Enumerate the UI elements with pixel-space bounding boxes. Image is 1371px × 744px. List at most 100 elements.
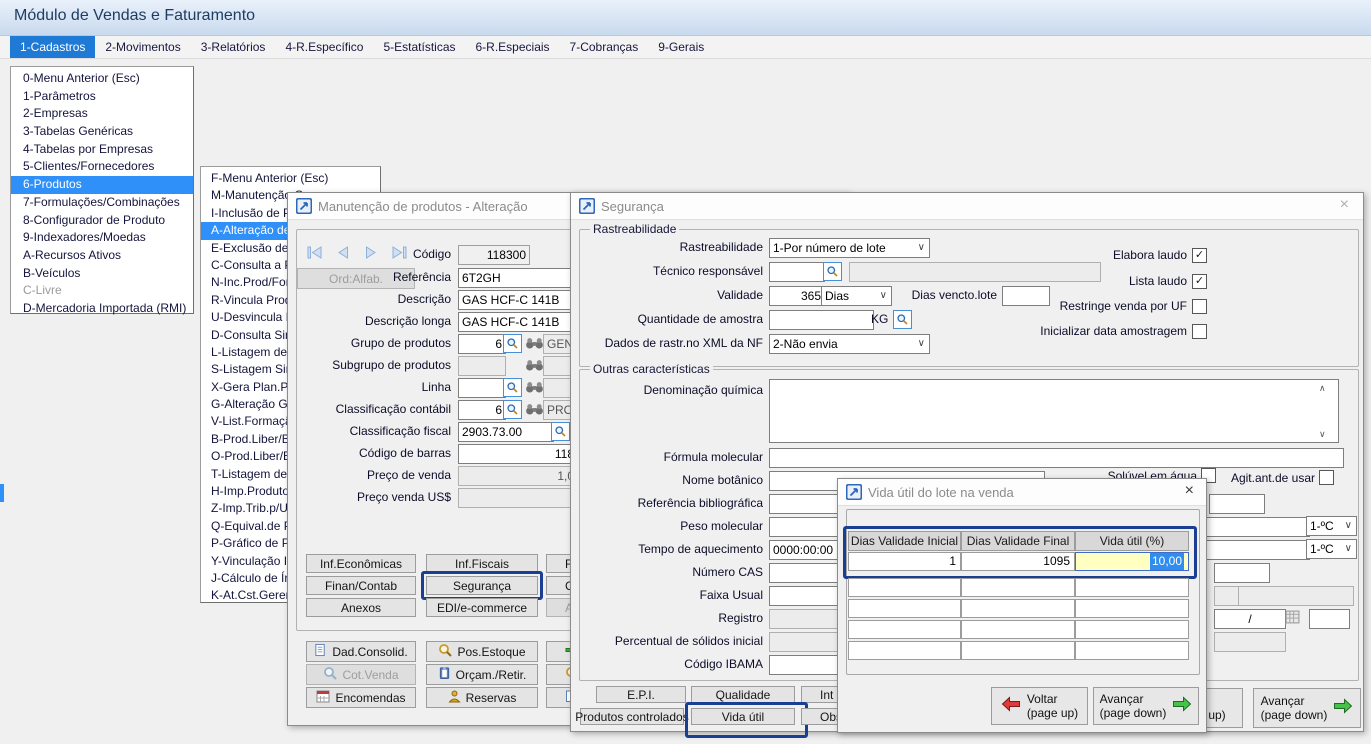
table-empty-cell[interactable]	[1075, 578, 1189, 597]
submenu-item-menu-anterior[interactable]: F-Menu Anterior (Esc)	[201, 170, 380, 187]
menu-item-parametros[interactable]: 1-Parâmetros	[11, 88, 193, 106]
elabora-laudo-checkbox[interactable]: ✓	[1192, 248, 1207, 263]
table-empty-cell[interactable]	[961, 620, 1075, 639]
shelf-voltar-button[interactable]: Voltar(page up)	[991, 687, 1088, 725]
temp-unit-select-2[interactable]: 1-ºC ∨	[1306, 539, 1357, 559]
right-field-1[interactable]	[1209, 494, 1265, 514]
grupo-code-field[interactable]: 6	[458, 334, 506, 354]
denominacao-textarea[interactable]	[769, 379, 1339, 443]
menu-item-tabelas-genericas[interactable]: 3-Tabelas Genéricas	[11, 123, 193, 141]
menu-item-recursos-ativos[interactable]: A-Recursos Ativos	[11, 247, 193, 265]
table-empty-cell[interactable]	[848, 599, 961, 618]
date-field[interactable]: /	[1214, 609, 1286, 629]
cod-barras-field[interactable]: 118	[458, 444, 578, 464]
table-empty-cell[interactable]	[1075, 641, 1189, 660]
class-fiscal-search-icon[interactable]	[551, 422, 570, 441]
col-header-dias-final[interactable]: Dias Validade Final	[961, 531, 1075, 551]
shelf-avancar-button[interactable]: Avançar(page down)	[1093, 687, 1199, 725]
table-empty-cell[interactable]	[1075, 620, 1189, 639]
qtd-amostra-field[interactable]	[769, 310, 874, 330]
orcam-retir-button[interactable]: Orçam./Retir.	[426, 664, 538, 685]
preco-venda-label: Preço de venda	[298, 466, 451, 484]
menu-item-tabelas-empresas[interactable]: 4-Tabelas por Empresas	[11, 141, 193, 159]
dad-consolid-button[interactable]: Dad.Consolid.	[306, 641, 416, 662]
table-empty-cell[interactable]	[961, 641, 1075, 660]
class-contabil-code-field[interactable]: 6	[458, 400, 506, 420]
class-contabil-binoculars-icon[interactable]	[524, 401, 544, 416]
tab-gerais[interactable]: 9-Gerais	[648, 36, 714, 58]
table-empty-cell[interactable]	[961, 599, 1075, 618]
linha-binoculars-icon[interactable]	[524, 379, 544, 394]
validade-field[interactable]: 365	[769, 286, 825, 306]
finan-contab-button[interactable]: Finan/Contab	[306, 576, 416, 595]
document-icon	[314, 643, 327, 660]
menu-item-configurador[interactable]: 8-Configurador de Produto	[11, 212, 193, 230]
class-fiscal-field[interactable]: 2903.73.00	[458, 422, 554, 442]
linha-code-field[interactable]	[458, 378, 506, 398]
calendar-icon	[316, 690, 330, 706]
tab-relatorios[interactable]: 3-Relatórios	[191, 36, 276, 58]
tab-cadastros[interactable]: 1-Cadastros	[10, 36, 95, 58]
inicializar-amostragem-checkbox[interactable]	[1192, 324, 1207, 339]
formula-field[interactable]	[769, 448, 1344, 468]
col-header-vida-util[interactable]: Vida útil (%)	[1075, 531, 1189, 551]
tab-r-especiais[interactable]: 6-R.Especiais	[466, 36, 560, 58]
col-header-dias-inicial[interactable]: Dias Validade Inicial	[848, 531, 961, 551]
reservas-button[interactable]: Reservas	[426, 687, 538, 708]
cell-dias-inicial[interactable]: 1	[848, 552, 961, 571]
menu-item-indexadores[interactable]: 9-Indexadores/Moedas	[11, 229, 193, 247]
table-empty-cell[interactable]	[848, 620, 961, 639]
tab-r-especifico[interactable]: 4-R.Específico	[275, 36, 373, 58]
menu-item-empresas[interactable]: 2-Empresas	[11, 105, 193, 123]
class-contabil-search-icon[interactable]	[503, 400, 522, 419]
calendar-icon[interactable]	[1285, 610, 1300, 629]
grupo-search-icon[interactable]	[503, 334, 522, 353]
tab-movimentos[interactable]: 2-Movimentos	[95, 36, 190, 58]
restringe-uf-checkbox[interactable]	[1192, 299, 1207, 314]
pos-estoque-button[interactable]: Pos.Estoque	[426, 641, 538, 662]
menu-item-veiculos[interactable]: B-Veículos	[11, 265, 193, 283]
temp-field-2[interactable]	[1191, 540, 1310, 560]
close-icon[interactable]: ×	[1340, 197, 1349, 213]
lista-laudo-checkbox[interactable]: ✓	[1192, 274, 1207, 289]
edi-ecommerce-button[interactable]: EDI/e-commerce	[426, 598, 538, 617]
security-avancar-button[interactable]: Avançar(page down)	[1253, 688, 1361, 728]
produtos-controlados-button[interactable]: Produtos controlados	[580, 708, 684, 725]
grupo-binoculars-icon[interactable]	[524, 335, 544, 350]
menu-item-produtos[interactable]: 6-Produtos	[11, 176, 193, 194]
subgrupo-binoculars-icon[interactable]	[524, 357, 544, 372]
encomendas-button[interactable]: Encomendas	[306, 687, 416, 708]
table-empty-cell[interactable]	[848, 578, 961, 597]
scroll-up-icon[interactable]: ∧	[1319, 384, 1326, 393]
scroll-down-icon[interactable]: ∨	[1319, 430, 1326, 439]
qualidade-button[interactable]: Qualidade	[691, 686, 795, 703]
right-small-field[interactable]	[1309, 609, 1350, 629]
menu-item-menu-anterior[interactable]: 0-Menu Anterior (Esc)	[11, 70, 193, 88]
vida-util-button[interactable]: Vida útil	[691, 708, 795, 725]
inf-fiscais-button[interactable]: Inf.Fiscais	[426, 554, 538, 573]
menu-item-mercadoria-importada[interactable]: D-Mercadoria Importada (RMI)	[11, 300, 193, 318]
agit-checkbox[interactable]	[1319, 470, 1334, 485]
menu-item-formulacoes[interactable]: 7-Formulações/Combinações	[11, 194, 193, 212]
table-empty-cell[interactable]	[848, 641, 961, 660]
window-titlebar: Módulo de Vendas e Faturamento	[0, 0, 1371, 36]
anexos-button[interactable]: Anexos	[306, 598, 416, 617]
temp-field-1[interactable]	[1191, 517, 1310, 537]
table-empty-cell[interactable]	[1075, 599, 1189, 618]
shelf-life-titlebar: Vida útil do lote na venda ×	[838, 479, 1206, 506]
cell-vida-util[interactable]: 10,00	[1075, 552, 1189, 571]
tecnico-code-field[interactable]	[769, 262, 825, 282]
seguranca-button[interactable]: Segurança	[426, 576, 538, 595]
cell-dias-final[interactable]: 1095	[961, 552, 1075, 571]
epi-button[interactable]: E.P.I.	[596, 686, 686, 703]
menu-item-clientes-fornecedores[interactable]: 5-Clientes/Fornecedores	[11, 158, 193, 176]
close-icon[interactable]: ×	[1185, 483, 1194, 499]
table-empty-cell[interactable]	[961, 578, 1075, 597]
tab-estatisticas[interactable]: 5-Estatísticas	[373, 36, 465, 58]
tab-cobrancas[interactable]: 7-Cobranças	[560, 36, 649, 58]
inf-economicas-button[interactable]: Inf.Econômicas	[306, 554, 416, 573]
temp-unit-select-1[interactable]: 1-ºC ∨	[1306, 516, 1357, 536]
tecnico-search-icon[interactable]	[823, 262, 842, 281]
linha-search-icon[interactable]	[503, 378, 522, 397]
right-field-2[interactable]	[1214, 563, 1270, 583]
